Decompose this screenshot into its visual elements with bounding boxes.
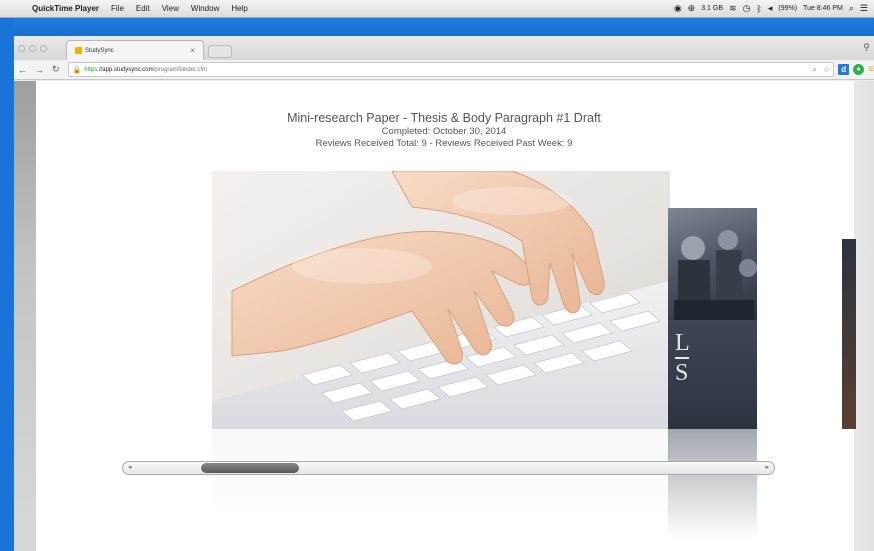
menu-file[interactable]: File: [105, 4, 130, 13]
page-left-margin: [14, 81, 36, 551]
cover-divider: [675, 357, 689, 359]
screen: QuickTime Player File Edit View Window H…: [0, 0, 874, 551]
scroll-right-arrow-icon[interactable]: ▸: [765, 463, 769, 471]
assignment-title: Mini-research Paper - Thesis & Body Para…: [287, 111, 601, 125]
time-machine-icon[interactable]: ◷: [743, 3, 751, 14]
record-icon[interactable]: ◉: [674, 3, 682, 14]
window-controls: [18, 45, 47, 52]
cover-letter-l: L: [675, 330, 690, 356]
url-host: ://app.studysync.com: [97, 66, 154, 73]
menu-help[interactable]: Help: [225, 4, 253, 13]
clock[interactable]: Tue 8:46 PM: [803, 5, 843, 12]
browser-toolbar: ← → ↻ 🔒 https ://app.studysync.com /prog…: [14, 60, 874, 80]
extension-green-icon[interactable]: ●: [853, 64, 865, 75]
url-path: /program/binder.cfm: [153, 66, 207, 73]
close-tab-icon[interactable]: ×: [190, 46, 195, 55]
menu-app-name[interactable]: QuickTime Player: [26, 4, 105, 13]
extension-d-icon[interactable]: d: [838, 64, 850, 75]
desktop-background: [0, 18, 874, 36]
carousel-scrollbar[interactable]: ◂ ▸: [122, 461, 775, 475]
completed-date: Completed: October 30, 2014: [381, 126, 507, 137]
keyboard-hands-reflection: [212, 429, 670, 539]
notification-list-icon[interactable]: ☰: [860, 3, 868, 14]
status-area: ◉ ⊕ 3.1 GB ≋ ◷ ᛒ ◂ (99%) Tue 8:46 PM ⌕ ☰: [674, 3, 874, 14]
desktop-background-left: [0, 18, 14, 551]
url-scheme: https: [84, 66, 98, 73]
menu-edit[interactable]: Edit: [130, 4, 156, 13]
forward-icon[interactable]: →: [31, 65, 48, 75]
keyboard-hands-image[interactable]: [212, 171, 670, 429]
spotlight-search-icon[interactable]: ⌕: [849, 3, 854, 14]
zoom-search-icon[interactable]: ⌕: [813, 65, 817, 75]
sync-icon[interactable]: ⊕: [688, 3, 696, 14]
battery-readout[interactable]: (99%): [778, 5, 797, 12]
cover-crowd-illustration: [674, 230, 757, 320]
scrollbar-thumb[interactable]: [201, 463, 299, 473]
extensions: d ● ≡: [838, 64, 874, 75]
bluetooth-icon[interactable]: ᛒ: [756, 4, 761, 14]
new-tab-button[interactable]: [208, 45, 232, 58]
back-icon[interactable]: ←: [14, 65, 31, 75]
storage-readout[interactable]: 3.1 GB: [701, 5, 723, 12]
next-cover-image[interactable]: [842, 239, 856, 429]
menu-bar: QuickTime Player File Edit View Window H…: [0, 0, 874, 18]
scroll-left-arrow-icon[interactable]: ◂: [128, 463, 132, 471]
favicon-icon: [75, 47, 82, 54]
wifi-icon[interactable]: ≋: [729, 3, 737, 14]
bookmark-star-icon[interactable]: ☆: [823, 65, 830, 75]
reviews-summary: Reviews Received Total: 9 - Reviews Rece…: [315, 138, 573, 149]
cover-letter-s: S: [675, 360, 689, 386]
book-cover-reflection: [668, 429, 757, 539]
cover-letters: L S: [675, 330, 690, 386]
reflection-illustration: [212, 429, 670, 539]
book-cover-image[interactable]: L S: [668, 208, 757, 429]
menu-view[interactable]: View: [156, 4, 185, 13]
lock-icon[interactable]: 🔒: [73, 66, 82, 74]
assignment-header: Mini-research Paper - Thesis & Body Para…: [214, 111, 674, 149]
cover-photo: [668, 208, 757, 320]
page-viewport: Mini-research Paper - Thesis & Body Para…: [14, 81, 874, 551]
tab-studysync[interactable]: StudySync ×: [66, 40, 204, 60]
menu-window[interactable]: Window: [185, 4, 225, 13]
browser-menu-icon[interactable]: ≡: [868, 64, 874, 75]
address-bar[interactable]: 🔒 https ://app.studysync.com /program/bi…: [67, 62, 835, 77]
browser-window: StudySync × ⚲ ← → ↻ 🔒 https ://app.study…: [14, 36, 874, 551]
tab-strip: StudySync × ⚲: [14, 36, 874, 60]
address-bar-actions: ⌕ ☆: [813, 65, 834, 75]
reload-icon[interactable]: ↻: [48, 64, 64, 75]
close-window-button[interactable]: [18, 45, 25, 52]
minimize-window-button[interactable]: [29, 45, 36, 52]
tab-title: StudySync: [85, 47, 114, 54]
keyboard-hands-illustration: [212, 171, 670, 429]
volume-icon[interactable]: ◂: [768, 3, 773, 14]
zoom-window-button[interactable]: [40, 45, 47, 52]
profile-icon[interactable]: ⚲: [863, 42, 870, 53]
